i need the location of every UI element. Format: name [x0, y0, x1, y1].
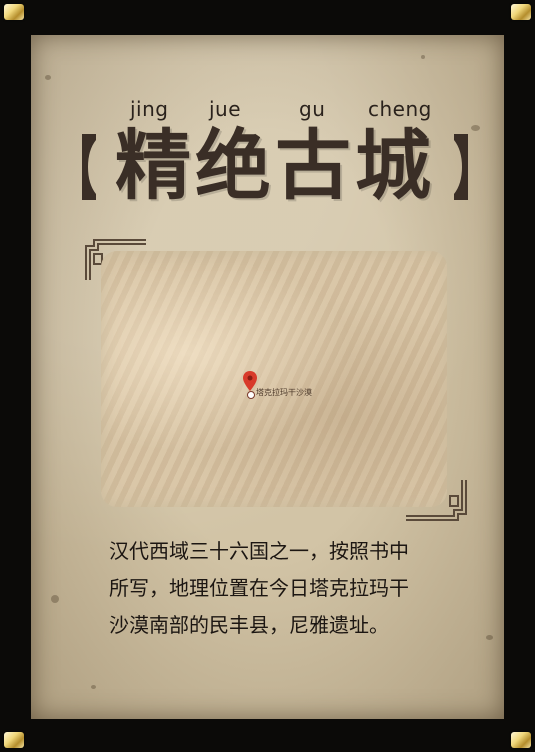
map-marker-label: 塔克拉玛干沙漠 [256, 388, 312, 397]
description-text: 汉代西域三十六国之一，按照书中 所写，地理位置在今日塔克拉玛干 沙漠南部的民丰县… [109, 533, 469, 644]
pinyin-gu: gu [299, 97, 326, 121]
description-line-1: 汉代西域三十六国之一，按照书中 [109, 539, 409, 563]
pinyin-cheng: cheng [368, 97, 432, 121]
title-block: 精绝古城 [78, 120, 472, 212]
right-bracket-icon [454, 134, 468, 200]
description-line-3: 沙漠南部的民丰县，尼雅遗址。 [109, 613, 389, 637]
description-line-2: 所写，地理位置在今日塔克拉玛干 [109, 576, 409, 600]
page-title: 精绝古城 [115, 121, 435, 210]
gold-corner-top-left [4, 4, 24, 20]
map-marker-point [247, 391, 255, 399]
pinyin-jing: jing [130, 97, 169, 121]
gold-corner-bottom-right [511, 732, 531, 748]
map-marker-icon[interactable] [243, 371, 257, 391]
left-bracket-icon [82, 134, 96, 200]
satellite-map-view[interactable]: 塔克拉玛干沙漠 [101, 251, 447, 507]
pinyin-jue: jue [209, 97, 242, 121]
gold-corner-top-right [511, 4, 531, 20]
gold-corner-bottom-left [4, 732, 24, 748]
